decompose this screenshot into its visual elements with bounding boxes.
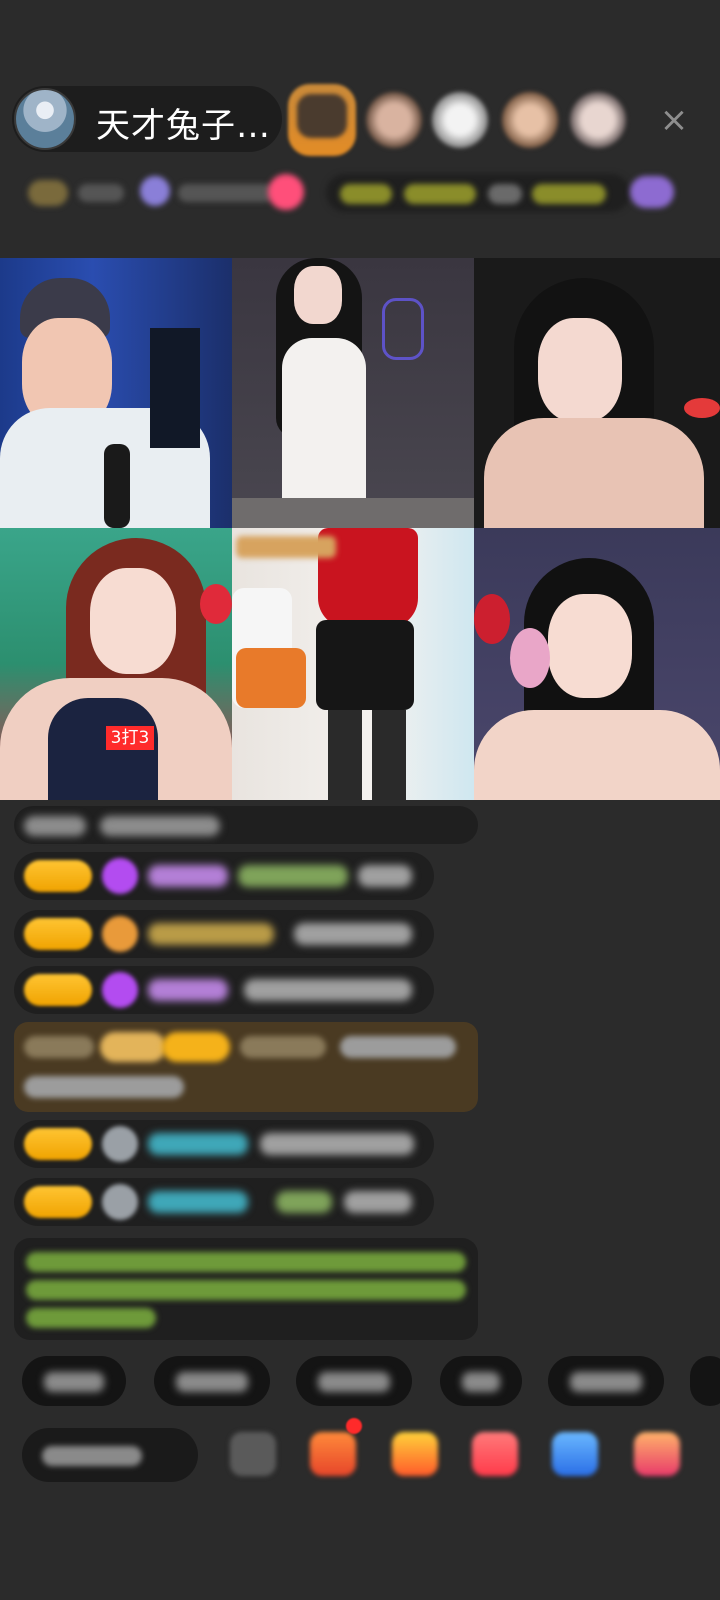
pk-icon[interactable] bbox=[630, 176, 674, 208]
quick-reply-chip[interactable] bbox=[690, 1356, 720, 1406]
video-tile-4[interactable]: 3打3 bbox=[0, 528, 232, 800]
comment-input[interactable] bbox=[22, 1428, 198, 1482]
balloon-shape bbox=[474, 594, 510, 644]
close-icon[interactable]: × bbox=[656, 102, 692, 138]
system-message bbox=[14, 1238, 478, 1340]
activity-text bbox=[532, 184, 606, 204]
emoji-icon[interactable] bbox=[230, 1432, 276, 1476]
top-viewer-avatar bbox=[297, 94, 347, 138]
notification-dot bbox=[346, 1418, 362, 1434]
badge-text bbox=[178, 184, 274, 202]
activity-text bbox=[340, 184, 392, 204]
pillow-shape bbox=[236, 648, 306, 708]
quick-reply-chip[interactable] bbox=[154, 1356, 270, 1406]
pk-icon[interactable] bbox=[472, 1432, 518, 1476]
diamond-icon bbox=[102, 972, 138, 1008]
user-avatar-icon bbox=[102, 1184, 138, 1220]
balloon-shape bbox=[200, 584, 232, 624]
video-tile-6[interactable] bbox=[474, 528, 720, 800]
flower-shape bbox=[510, 628, 550, 688]
quick-reply-chip[interactable] bbox=[22, 1356, 126, 1406]
chat-message bbox=[14, 966, 434, 1014]
diamond-icon bbox=[102, 858, 138, 894]
shop-icon[interactable] bbox=[310, 1432, 356, 1476]
microphone-shape bbox=[104, 444, 130, 528]
host-name[interactable]: 天才兔子… bbox=[96, 98, 271, 147]
shoulders-shape bbox=[484, 418, 704, 528]
skirt-shape bbox=[316, 620, 414, 710]
room-badges-row bbox=[14, 168, 690, 218]
chat-message bbox=[14, 1120, 434, 1168]
more-icon[interactable] bbox=[634, 1432, 680, 1476]
badge-text bbox=[78, 184, 124, 202]
user-level-badge bbox=[24, 860, 92, 892]
face-shape bbox=[538, 318, 622, 422]
viewer-avatar[interactable] bbox=[432, 92, 488, 148]
user-level-badge bbox=[24, 1186, 92, 1218]
viewer-avatar[interactable] bbox=[570, 92, 626, 148]
pk-score-label: 3打3 bbox=[106, 726, 154, 750]
chat-message bbox=[14, 806, 478, 844]
shoulders-shape bbox=[474, 710, 720, 800]
entry-notice bbox=[14, 1022, 478, 1112]
gift-icon[interactable] bbox=[268, 174, 304, 210]
user-level-badge bbox=[24, 1128, 92, 1160]
leg-shape bbox=[372, 710, 406, 800]
chat-message bbox=[14, 910, 434, 958]
level-badge bbox=[28, 180, 68, 206]
video-tile-3[interactable] bbox=[474, 258, 720, 528]
floor-shape bbox=[232, 498, 474, 528]
level-badge bbox=[162, 1032, 230, 1062]
rank-icon bbox=[140, 176, 170, 206]
face-shape bbox=[90, 568, 176, 674]
gift-icon[interactable] bbox=[392, 1432, 438, 1476]
chat-message bbox=[14, 852, 434, 900]
video-tile-5[interactable] bbox=[232, 528, 474, 800]
user-level-badge bbox=[24, 918, 92, 950]
neon-sign-shape bbox=[382, 298, 424, 360]
quick-reply-chip[interactable] bbox=[296, 1356, 412, 1406]
leg-shape bbox=[328, 710, 362, 800]
quick-reply-chip[interactable] bbox=[548, 1356, 664, 1406]
activity-text bbox=[488, 184, 522, 204]
watermark bbox=[236, 536, 336, 558]
user-avatar-icon bbox=[102, 1126, 138, 1162]
balloon-shape bbox=[684, 398, 720, 418]
face-shape bbox=[294, 266, 342, 324]
host-avatar[interactable] bbox=[14, 88, 76, 150]
user-level-badge bbox=[24, 974, 92, 1006]
chair-shape bbox=[150, 328, 200, 448]
quick-reply-chip[interactable] bbox=[440, 1356, 522, 1406]
video-tile-1[interactable] bbox=[0, 258, 232, 528]
viewer-avatar[interactable] bbox=[502, 92, 558, 148]
video-tile-2[interactable] bbox=[232, 258, 474, 528]
viewer-avatar[interactable] bbox=[366, 92, 422, 148]
face-shape bbox=[548, 594, 632, 698]
chat-message bbox=[14, 1178, 434, 1226]
fan-badge-icon bbox=[102, 916, 138, 952]
activity-text bbox=[404, 184, 476, 204]
share-icon[interactable] bbox=[552, 1432, 598, 1476]
vip-badge bbox=[100, 1032, 166, 1062]
